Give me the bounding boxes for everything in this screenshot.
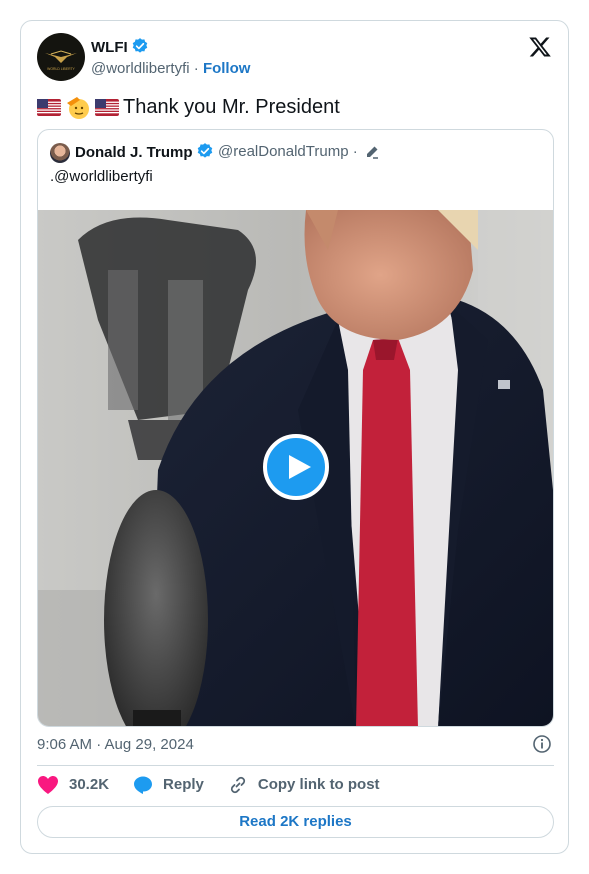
tweet-timestamp[interactable]: 9:06 AM · Aug 29, 2024: [37, 735, 194, 755]
author-handle-line: @worldlibertyfi · Follow: [91, 59, 250, 79]
author-name[interactable]: WLFI: [91, 37, 149, 58]
verified-badge-icon: [197, 143, 212, 158]
info-icon[interactable]: [532, 734, 552, 754]
copy-link-button[interactable]: Copy link to post: [228, 775, 380, 795]
tweet-body: Thank you Mr. President: [37, 93, 340, 121]
embedded-tweet-card: WORLD LIBERTY WLFI @worldlibertyfi · Fol…: [20, 20, 569, 854]
author-avatar[interactable]: WORLD LIBERTY: [37, 33, 85, 81]
play-button[interactable]: [263, 434, 329, 500]
quoted-author-name[interactable]: Donald J. Trump: [75, 142, 214, 163]
play-icon: [289, 455, 311, 479]
heart-icon: [38, 776, 58, 794]
avatar-logo-text: WORLD LIBERTY: [47, 67, 75, 71]
x-logo-icon[interactable]: [528, 35, 552, 59]
copy-link-label: Copy link to post: [257, 776, 380, 793]
divider: [37, 765, 554, 766]
us-flag-icon: [37, 98, 61, 116]
quoted-author-name-text[interactable]: Donald J. Trump: [75, 144, 193, 161]
reply-label: Reply: [163, 776, 204, 793]
quoted-author-handle[interactable]: @realDonaldTrump: [218, 143, 349, 160]
author-handle[interactable]: @worldlibertyfi: [91, 60, 190, 77]
quoted-separator: ·: [352, 143, 358, 160]
action-bar: 30.2K Reply Copy link to post: [37, 775, 404, 795]
quoted-author-handle-line: @realDonaldTrump ·: [218, 142, 358, 162]
edited-pencil-icon[interactable]: [364, 144, 380, 160]
video-thumbnail[interactable]: [38, 210, 553, 726]
handle-separator: ·: [193, 60, 199, 77]
us-flag-icon: [95, 98, 119, 116]
author-name-text[interactable]: WLFI: [91, 39, 128, 56]
reply-bubble-icon: [134, 776, 153, 794]
reply-button[interactable]: Reply: [133, 775, 204, 795]
quoted-author-avatar[interactable]: [50, 143, 70, 163]
saluting-face-icon: [67, 97, 89, 119]
like-button[interactable]: 30.2K: [37, 775, 109, 795]
like-count: 30.2K: [69, 776, 110, 793]
follow-button[interactable]: Follow: [203, 60, 251, 77]
quoted-tweet[interactable]: Donald J. Trump @realDonaldTrump · .@wor…: [37, 129, 554, 727]
tweet-text: Thank you Mr. President: [123, 96, 340, 118]
read-replies-button[interactable]: Read 2K replies: [37, 806, 554, 838]
link-icon: [230, 776, 245, 794]
verified-badge-icon: [132, 38, 147, 53]
quoted-tweet-text[interactable]: .@worldlibertyfi: [50, 167, 153, 187]
